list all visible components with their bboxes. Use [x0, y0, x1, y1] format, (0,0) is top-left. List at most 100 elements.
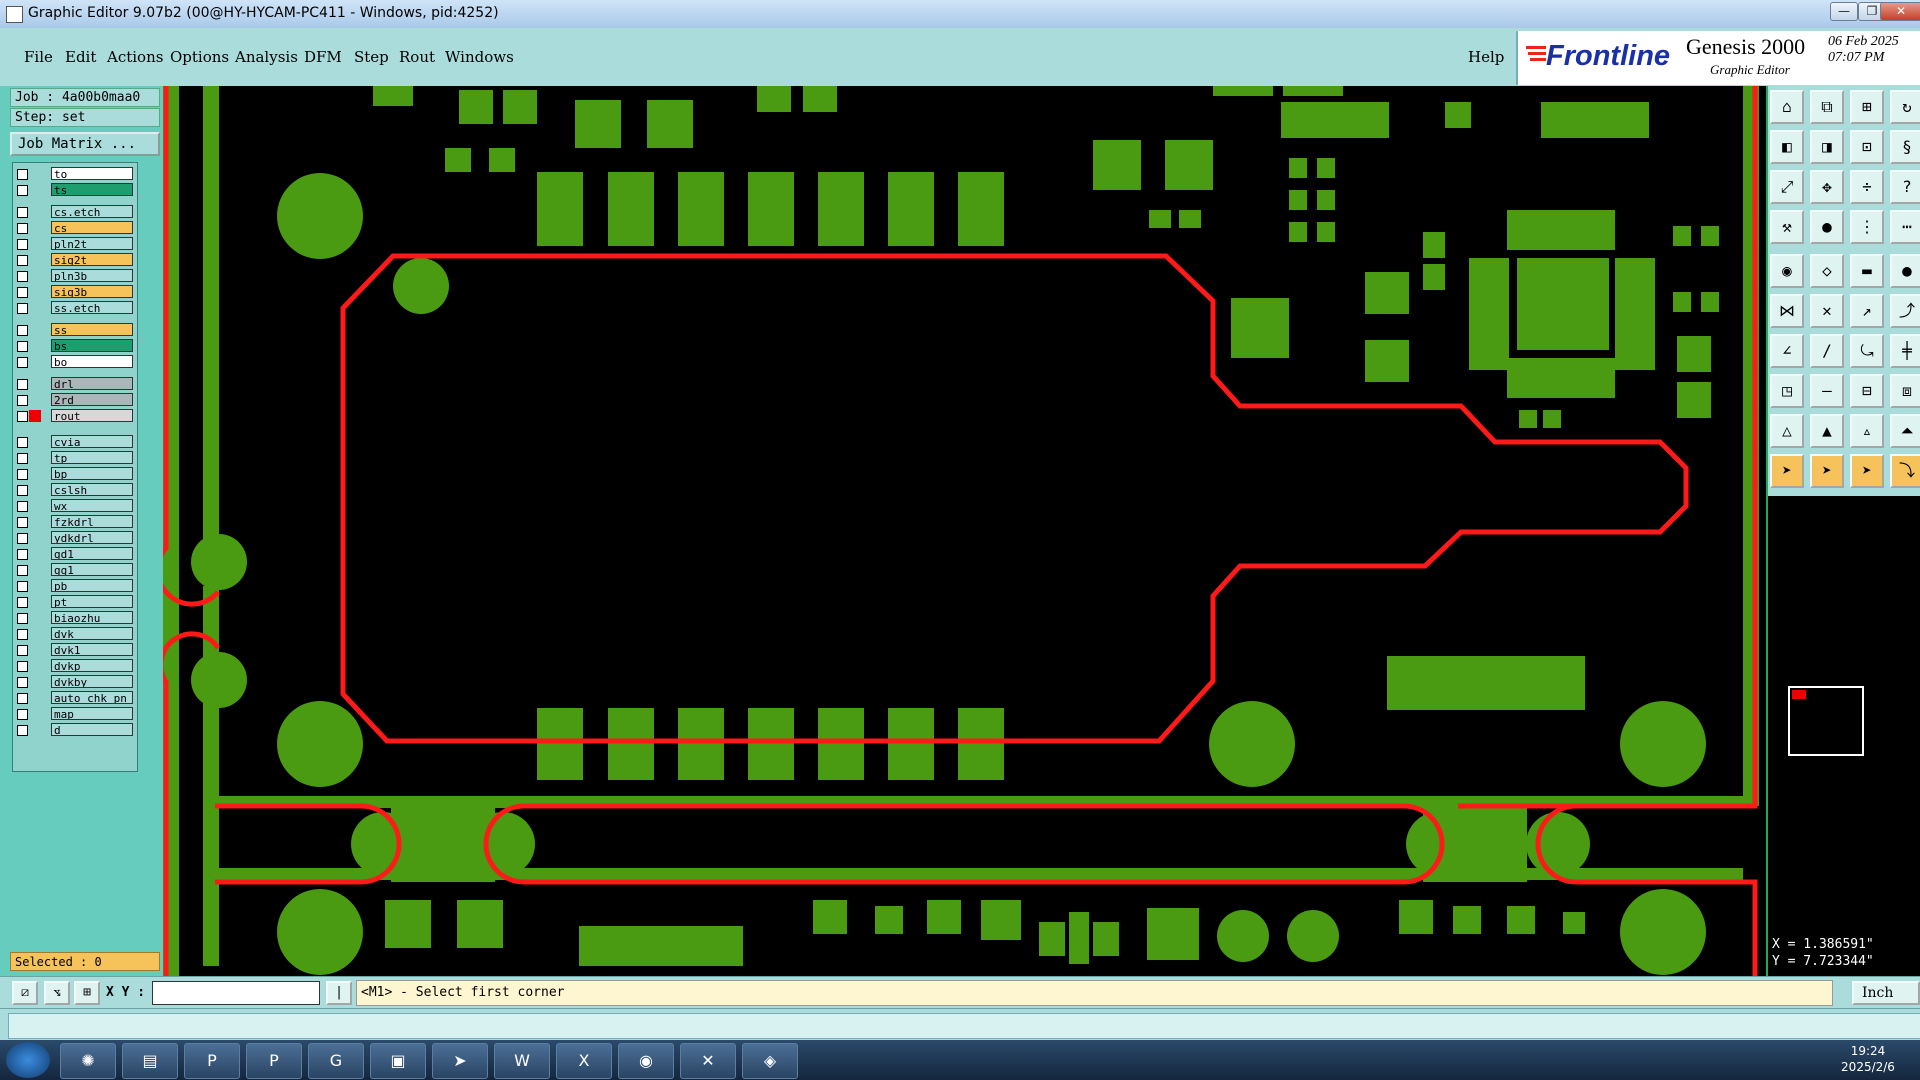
- layer-checkbox[interactable]: [17, 629, 28, 640]
- tool-step-icon[interactable]: §: [1890, 130, 1920, 164]
- layer-checkbox[interactable]: [17, 581, 28, 592]
- tool-delete-icon[interactable]: ✕: [1810, 294, 1844, 328]
- taskbar-word-icon[interactable]: W: [494, 1043, 550, 1079]
- close-button[interactable]: ✕: [1880, 2, 1920, 21]
- layer-row-cs-etch[interactable]: cs.etch: [15, 205, 135, 219]
- layer-affected-swatch[interactable]: [29, 660, 41, 672]
- layer-row-d[interactable]: d: [15, 723, 135, 737]
- tool-line-icon[interactable]: ▬: [1850, 254, 1884, 288]
- taskbar-notepad-icon[interactable]: ▤: [122, 1043, 178, 1079]
- taskbar-app-p2-icon[interactable]: P: [246, 1043, 302, 1079]
- layer-checkbox[interactable]: [17, 693, 28, 704]
- layer-checkbox[interactable]: [17, 411, 28, 422]
- layer-row-pt[interactable]: pt: [15, 595, 135, 609]
- taskbar-arrow-icon[interactable]: ➤: [432, 1043, 488, 1079]
- layer-checkbox[interactable]: [17, 169, 28, 180]
- layer-checkbox[interactable]: [17, 207, 28, 218]
- layer-affected-swatch[interactable]: [29, 468, 41, 480]
- layer-row-ts[interactable]: ts: [15, 183, 135, 197]
- layer-row-bo[interactable]: bo: [15, 355, 135, 369]
- layer-affected-swatch[interactable]: [29, 356, 41, 368]
- tool-drc4-icon[interactable]: ⏶: [1890, 414, 1920, 448]
- snap-mode-2-icon[interactable]: ⦪: [44, 981, 70, 1005]
- layer-row-2rd[interactable]: 2rd: [15, 393, 135, 407]
- tool-pointer-area-icon[interactable]: ➤: [1850, 454, 1884, 488]
- tool-pointer-icon[interactable]: ➤: [1770, 454, 1804, 488]
- tool-pointer-net-icon[interactable]: ⤵: [1890, 454, 1920, 488]
- layer-affected-swatch[interactable]: [29, 452, 41, 464]
- tool-center-icon[interactable]: ✥: [1810, 170, 1844, 204]
- minimize-button[interactable]: —: [1830, 2, 1858, 21]
- layer-checkbox[interactable]: [17, 645, 28, 656]
- layer-checkbox[interactable]: [17, 255, 28, 266]
- layer-affected-swatch[interactable]: [29, 302, 41, 314]
- layer-checkbox[interactable]: [17, 597, 28, 608]
- tool-probe-icon[interactable]: ●: [1810, 210, 1844, 244]
- layer-row-tp[interactable]: tp: [15, 451, 135, 465]
- layer-checkbox[interactable]: [17, 469, 28, 480]
- layer-checkbox[interactable]: [17, 185, 28, 196]
- tool-drc3-icon[interactable]: ▵: [1850, 414, 1884, 448]
- layer-row-auto-chk-pn[interactable]: auto_chk_pn: [15, 691, 135, 705]
- layer-affected-swatch[interactable]: [29, 676, 41, 688]
- layer-row-to[interactable]: to: [15, 167, 135, 181]
- menu-actions[interactable]: Actions: [107, 48, 163, 66]
- tool-copy-icon[interactable]: ⤴: [1890, 294, 1920, 328]
- layer-checkbox[interactable]: [17, 357, 28, 368]
- layer-row-gg1[interactable]: gg1: [15, 563, 135, 577]
- tool-pan-right-icon[interactable]: ◨: [1810, 130, 1844, 164]
- tool-group-icon[interactable]: ⧈: [1890, 374, 1920, 408]
- layer-row-ydkdrl[interactable]: ydkdrl: [15, 531, 135, 545]
- layer-checkbox[interactable]: [17, 725, 28, 736]
- tool-trim-icon[interactable]: —: [1810, 374, 1844, 408]
- tool-home-icon[interactable]: ⌂: [1770, 90, 1804, 124]
- layer-checkbox[interactable]: [17, 223, 28, 234]
- layer-affected-swatch[interactable]: [29, 580, 41, 592]
- layer-affected-swatch[interactable]: [29, 222, 41, 234]
- layer-checkbox[interactable]: [17, 485, 28, 496]
- layer-checkbox[interactable]: [17, 533, 28, 544]
- layer-row-dvkp[interactable]: dvkp: [15, 659, 135, 673]
- layer-row-pb[interactable]: pb: [15, 579, 135, 593]
- tool-drc-icon[interactable]: △: [1770, 414, 1804, 448]
- layer-row-ss-etch[interactable]: ss.etch: [15, 301, 135, 315]
- layer-affected-swatch[interactable]: [29, 394, 41, 406]
- layer-affected-swatch[interactable]: [29, 436, 41, 448]
- menu-help[interactable]: Help: [1468, 48, 1504, 66]
- layer-affected-swatch[interactable]: [29, 410, 41, 422]
- layer-affected-swatch[interactable]: [29, 692, 41, 704]
- tool-arc-icon[interactable]: ⤿: [1850, 334, 1884, 368]
- tool-snap-icon[interactable]: ⊡: [1850, 130, 1884, 164]
- taskbar-genesis-icon[interactable]: ✕: [680, 1043, 736, 1079]
- layer-affected-swatch[interactable]: [29, 484, 41, 496]
- layer-checkbox[interactable]: [17, 661, 28, 672]
- layer-row-bp[interactable]: bp: [15, 467, 135, 481]
- snap-mode-1-icon[interactable]: ⧄: [12, 981, 38, 1005]
- tool-pointer-select-icon[interactable]: ➤: [1810, 454, 1844, 488]
- taskbar-app-p1-icon[interactable]: P: [184, 1043, 240, 1079]
- layer-affected-swatch[interactable]: [29, 612, 41, 624]
- tool-slash-icon[interactable]: /: [1810, 334, 1844, 368]
- taskbar-shell-icon[interactable]: ✺: [60, 1043, 116, 1079]
- layer-row-fzkdrl[interactable]: fzkdrl: [15, 515, 135, 529]
- layer-checkbox[interactable]: [17, 325, 28, 336]
- taskbar-eye-icon[interactable]: ◉: [618, 1043, 674, 1079]
- tool-help-icon[interactable]: ?: [1890, 170, 1920, 204]
- layer-row-bs[interactable]: bs: [15, 339, 135, 353]
- layer-row-dvkby[interactable]: dvkby: [15, 675, 135, 689]
- layer-affected-swatch[interactable]: [29, 238, 41, 250]
- layer-checkbox[interactable]: [17, 379, 28, 390]
- layer-affected-swatch[interactable]: [29, 548, 41, 560]
- layer-checkbox[interactable]: [17, 271, 28, 282]
- layer-checkbox[interactable]: [17, 239, 28, 250]
- layer-affected-swatch[interactable]: [29, 206, 41, 218]
- layer-checkbox[interactable]: [17, 549, 28, 560]
- layer-checkbox[interactable]: [17, 287, 28, 298]
- layer-affected-swatch[interactable]: [29, 724, 41, 736]
- tool-zoom-box-icon[interactable]: ⧉: [1810, 90, 1844, 124]
- tool-scale-icon[interactable]: ÷: [1850, 170, 1884, 204]
- layer-affected-swatch[interactable]: [29, 168, 41, 180]
- overview-map[interactable]: [1788, 686, 1864, 756]
- layer-row-sig3b[interactable]: sig3b: [15, 285, 135, 299]
- menu-step[interactable]: Step: [354, 48, 389, 66]
